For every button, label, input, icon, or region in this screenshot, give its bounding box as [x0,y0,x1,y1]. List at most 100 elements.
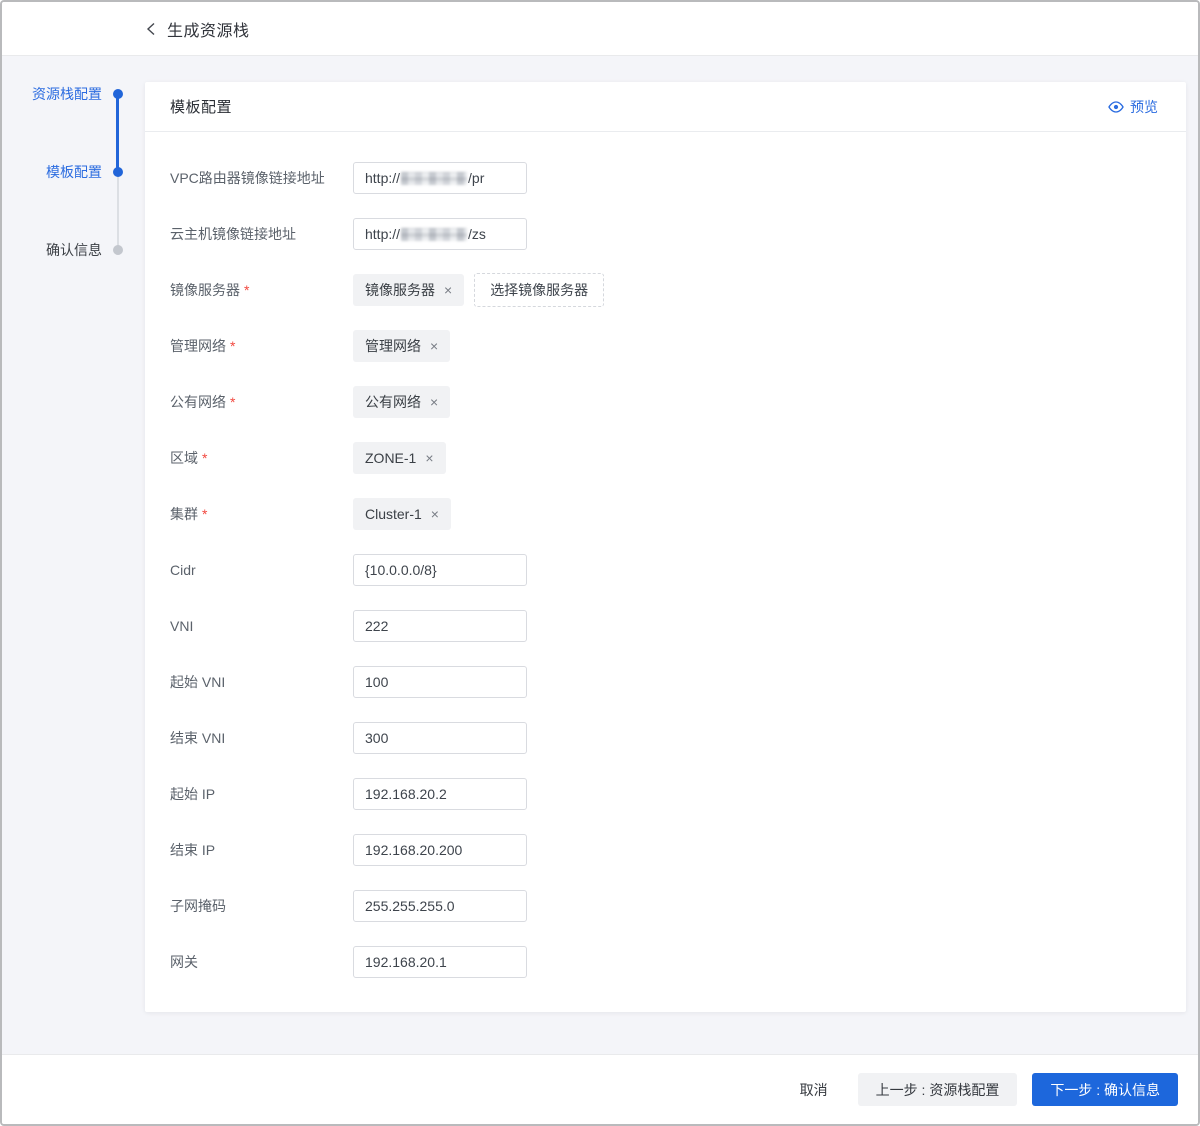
step-connector-pending [116,172,119,250]
steps-sidebar: 资源栈配置模板配置确认信息 [2,56,145,1054]
page-header: 生成资源栈 [2,2,1198,56]
remove-tag-icon[interactable]: × [425,451,433,465]
field-label: 镜像服务器 * [170,280,353,300]
field-label-text: 公有网络 [170,394,226,410]
field-label-text: 子网掩码 [170,898,226,914]
input-value: 222 [365,618,389,634]
field-control: 公有网络 × [353,386,451,418]
input-value: 300 [365,730,389,746]
selected-tag: 镜像服务器 × [353,274,465,306]
url-suffix: /pr [468,170,485,186]
url-input[interactable]: http:// /pr [353,162,527,194]
url-suffix: /zs [468,226,486,242]
select-image-server-button[interactable]: 选择镜像服务器 [474,273,605,307]
selected-tag: 管理网络 × [353,330,451,362]
remove-tag-icon[interactable]: × [430,395,438,409]
form-row: 公有网络 * 公有网络 × [170,386,1186,418]
field-control: 192.168.20.1 [353,946,527,978]
step-item-3[interactable]: 确认信息 [2,240,145,260]
form-row: 结束 IP 192.168.20.200 [170,834,1186,866]
field-control: 管理网络 × [353,330,451,362]
input-value: 100 [365,674,389,690]
field-control: 100 [353,666,527,698]
field-label-text: Cidr [170,562,196,578]
field-control: {10.0.0.0/8} [353,554,527,586]
text-input[interactable]: 192.168.20.2 [353,778,527,810]
form-row: VNI 222 [170,610,1186,642]
footer-bar: 取消 上一步 : 资源栈配置 下一步 : 确认信息 [2,1054,1198,1124]
prev-step-button[interactable]: 上一步 : 资源栈配置 [857,1073,1018,1106]
field-label-text: 区域 [170,450,198,466]
remove-tag-icon[interactable]: × [444,283,452,297]
tag-label: 管理网络 [365,338,421,354]
field-label: VPC路由器镜像链接地址 [170,168,353,188]
selected-tag: Cluster-1 × [353,498,451,530]
input-value: 192.168.20.200 [365,842,463,858]
form-row: 网关 192.168.20.1 [170,946,1186,978]
text-input[interactable]: 192.168.20.200 [353,834,527,866]
field-label-text: VNI [170,618,194,634]
field-label: 云主机镜像链接地址 [170,224,353,244]
form-row: 云主机镜像链接地址 http:// /zs [170,218,1186,250]
field-label-text: 起始 VNI [170,674,226,690]
field-control: 镜像服务器 × 选择镜像服务器 [353,273,605,307]
back-icon [145,21,157,37]
required-marker: * [202,506,208,522]
back-button[interactable]: 生成资源栈 [145,17,250,41]
field-label-text: 镜像服务器 [170,282,240,298]
next-step-button[interactable]: 下一步 : 确认信息 [1032,1073,1178,1106]
tag-label: Cluster-1 [365,506,422,522]
field-control: http:// /zs [353,218,527,250]
input-value: 192.168.20.2 [365,786,447,802]
field-label: 结束 VNI [170,728,353,748]
field-label: 起始 IP [170,784,353,804]
remove-tag-icon[interactable]: × [431,507,439,521]
step-item-2[interactable]: 模板配置 [2,162,145,182]
field-label: 公有网络 * [170,392,353,412]
input-value: 255.255.255.0 [365,898,455,914]
redacted-text [401,227,468,241]
redacted-text [401,171,468,185]
input-value: {10.0.0.0/8} [365,562,437,578]
required-marker: * [244,282,250,298]
field-label: 子网掩码 [170,896,353,916]
preview-button[interactable]: 预览 [1108,97,1158,117]
text-input[interactable]: 255.255.255.0 [353,890,527,922]
selected-tag: ZONE-1 × [353,442,446,474]
required-marker: * [202,450,208,466]
form-row: 起始 IP 192.168.20.2 [170,778,1186,810]
text-input[interactable]: {10.0.0.0/8} [353,554,527,586]
cancel-button[interactable]: 取消 [800,1080,828,1100]
step-label: 确认信息 [46,242,102,258]
field-control: http:// /pr [353,162,527,194]
field-control: 222 [353,610,527,642]
page-title: 生成资源栈 [167,22,250,40]
text-input[interactable]: 300 [353,722,527,754]
required-marker: * [230,338,236,354]
form-row: 管理网络 * 管理网络 × [170,330,1186,362]
field-label: 网关 [170,952,353,972]
field-label-text: 集群 [170,506,198,522]
field-label-text: 结束 VNI [170,730,226,746]
url-prefix: http:// [365,170,401,186]
url-input[interactable]: http:// /zs [353,218,527,250]
card-title: 模板配置 [170,99,233,116]
template-config-card: 模板配置 预览 VPC路由器镜像链接地址 http:// /pr 云主机镜像链接地址 [145,82,1186,1012]
step-item-1[interactable]: 资源栈配置 [2,84,145,104]
step-dot [113,89,123,99]
field-control: 255.255.255.0 [353,890,527,922]
preview-label: 预览 [1130,98,1158,115]
remove-tag-icon[interactable]: × [430,339,438,353]
step-label: 模板配置 [46,164,102,180]
field-label: 区域 * [170,448,353,468]
field-label: VNI [170,618,353,634]
text-input[interactable]: 222 [353,610,527,642]
text-input[interactable]: 192.168.20.1 [353,946,527,978]
field-control: 192.168.20.2 [353,778,527,810]
form-row: 结束 VNI 300 [170,722,1186,754]
url-prefix: http:// [365,226,401,242]
step-dot [113,245,123,255]
tag-label: 镜像服务器 [365,282,435,298]
text-input[interactable]: 100 [353,666,527,698]
form-row: 起始 VNI 100 [170,666,1186,698]
